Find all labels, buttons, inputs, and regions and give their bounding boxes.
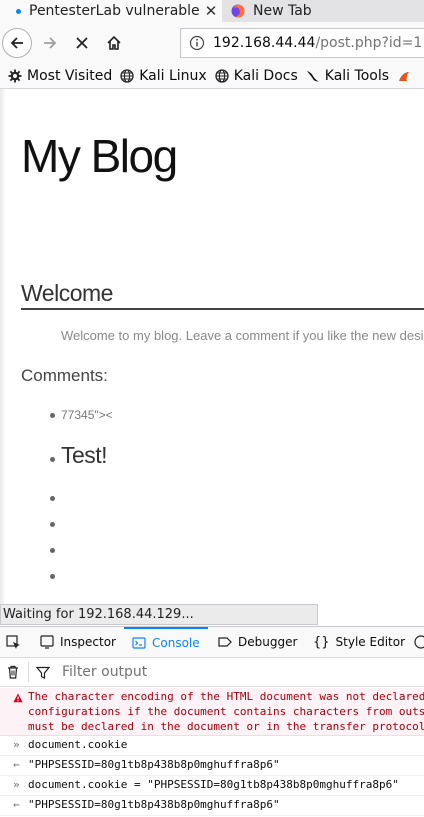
close-tab-icon[interactable]: ✕ [200,2,222,20]
tab-label: Console [152,636,200,650]
console-input-row[interactable]: » document.cookie [0,735,424,756]
tab-new-tab[interactable]: New Tab [223,0,424,22]
feed-icon [399,72,410,81]
bookmark-kali-docs[interactable]: Kali Docs [215,68,298,84]
bookmark-label: Most Visited [27,68,113,84]
url-host: 192.168.44.44 [213,35,316,51]
post-text: Welcome to my blog. Leave a comment if y… [61,328,424,343]
console-filter-bar [0,658,424,687]
comment-1: 77345">< [61,408,113,422]
error-line: The character encoding of the HTML docum… [28,690,424,703]
firefox-icon [231,4,245,18]
dragon-icon [306,71,319,82]
tab-debugger[interactable]: Debugger [218,627,297,657]
bookmark-more[interactable] [397,69,416,83]
error-line: configurations if the document contains … [28,705,424,718]
debugger-icon [218,637,232,647]
post-title: Welcome [21,280,424,310]
input-prompt-icon: » [13,778,20,791]
globe-icon [120,69,134,83]
error-line: must be declared in the document or in t… [28,720,424,733]
inspector-icon [40,635,54,649]
tab-label: Style Editor [335,635,406,649]
bookmark-label: Kali Docs [233,68,298,84]
input-prompt-icon: » [13,738,20,751]
console-error-message: The character encoding of the HTML docum… [0,688,424,736]
bookmark-kali-linux[interactable]: Kali Linux [120,68,207,84]
console-text: "PHPSESSID=80g1tb8p438b8p0mghuffra8p6" [28,798,280,811]
devtools-toolbar: Inspector Console Debugger {} Style Edit… [0,627,424,658]
tab-title: New Tab [253,3,312,19]
filter-output-input[interactable] [62,662,412,682]
warning-icon [13,693,23,703]
url-path: /post.php?id=1 [315,35,423,51]
comment-bullet [50,574,55,579]
tab-console[interactable]: Console [124,627,208,657]
element-picker-icon [6,634,20,649]
console-output-row[interactable]: ← "PHPSESSID=80g1tb8p438b8p0mghuffra8p6" [0,795,424,816]
globe-icon [215,69,229,83]
bookmark-label: Kali Linux [139,68,207,84]
bookmarks-bar: Most Visited Kali Linux Kali Docs Kali T… [0,64,424,89]
output-arrow-icon: ← [13,758,20,771]
stop-icon [76,37,88,49]
console-text: "PHPSESSID=80g1tb8p438b8p0mghuffra8p6" [28,758,280,771]
info-icon[interactable] [189,35,205,51]
comment-bullet [50,522,55,527]
blog-title: My Blog [21,130,178,182]
tab-label: Inspector [60,635,116,649]
tab-title: PentesterLab vulnerable [29,3,200,19]
forward-arrow-icon [44,37,57,49]
bookmark-most-visited[interactable]: Most Visited [8,68,112,84]
tab-more[interactable] [414,627,424,657]
console-input-row[interactable]: » document.cookie = "PHPSESSID=80g1tb8p4… [0,775,424,796]
home-icon [107,35,121,50]
tab-label: Debugger [238,635,298,649]
devtools-panel: Inspector Console Debugger {} Style Edit… [0,626,424,817]
divider [28,662,29,682]
comment-bullet [50,457,55,462]
tab-bar: PentesterLab vulnerable ✕ New Tab [0,0,424,22]
nav-bar: 192.168.44.44/post.php?id=1 [0,22,424,64]
comment-bullet [50,413,55,418]
braces-icon: {} [313,634,330,650]
console-output-row[interactable]: ← "PHPSESSID=80g1tb8p438b8p0mghuffra8p6" [0,755,424,776]
filter-icon [36,666,50,679]
back-arrow-icon [10,37,23,49]
comment-bullet [50,548,55,553]
back-button[interactable] [2,28,32,58]
output-arrow-icon: ← [13,798,20,811]
tab-pentesterlab[interactable]: PentesterLab vulnerable ✕ [0,0,222,22]
page-content: My Blog Welcome Welcome to my blog. Leav… [0,89,424,604]
loading-indicator [16,8,21,14]
home-button[interactable] [99,28,129,58]
comment-bullet [50,496,55,501]
trash-icon[interactable] [6,665,20,679]
performance-icon [414,635,424,649]
comment-2: Test! [61,442,108,468]
gear-icon [8,69,22,83]
console-text: document.cookie = "PHPSESSID=80g1tb8p438… [28,778,399,791]
bookmark-kali-tools[interactable]: Kali Tools [306,68,389,84]
forward-button[interactable] [35,28,65,58]
url-bar[interactable]: 192.168.44.44/post.php?id=1 [180,28,424,58]
bookmark-label: Kali Tools [324,68,390,84]
tab-inspector[interactable]: Inspector [40,627,116,657]
element-picker-button[interactable] [6,627,27,657]
status-bar: Waiting for 192.168.44.129... [0,604,318,625]
comments-label: Comments: [21,366,108,385]
page-shadow [0,89,6,604]
console-icon [132,637,146,649]
stop-button[interactable] [67,28,97,58]
tab-style-editor[interactable]: {} Style Editor [313,627,405,657]
console-text: document.cookie [28,738,128,751]
